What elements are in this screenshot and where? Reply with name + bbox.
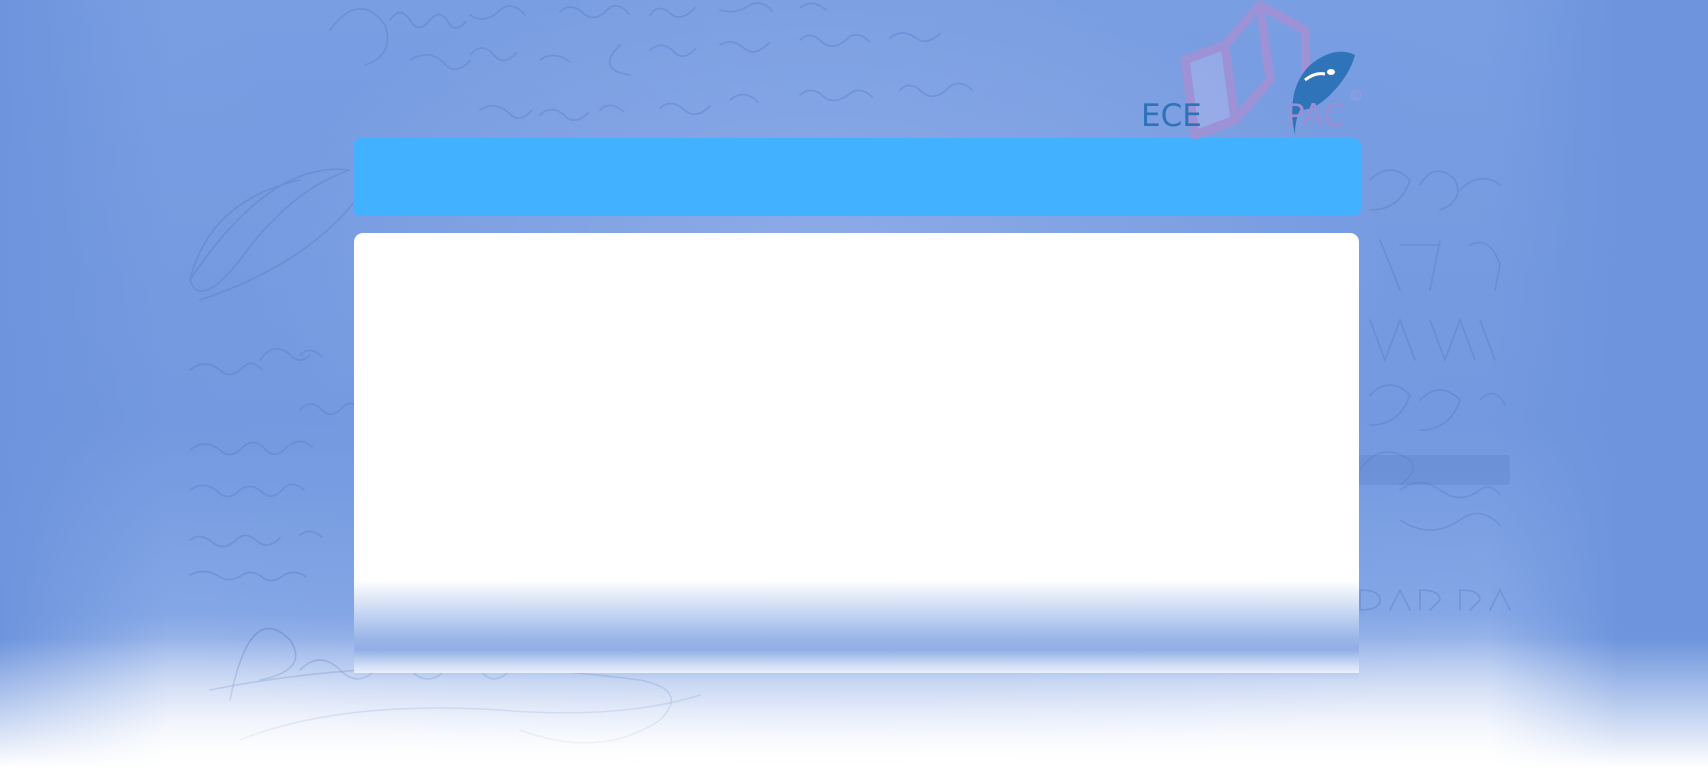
header-bar — [353, 138, 1361, 216]
page-bottom-fade — [0, 638, 1708, 768]
logo-text-pac: PAC — [1286, 98, 1346, 134]
copyright-symbol: © — [1349, 88, 1363, 104]
logo-text-ece: ECE — [1141, 98, 1202, 134]
